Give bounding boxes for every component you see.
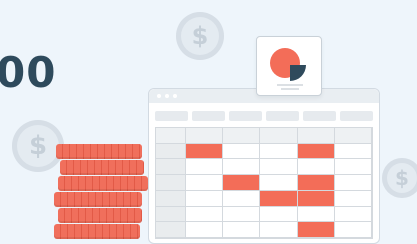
column-header: [340, 111, 373, 121]
grid-cell: [260, 143, 298, 160]
coin-stack-icon: [48, 144, 158, 244]
column-header: [229, 111, 262, 121]
grid-cell: [260, 128, 298, 144]
highlighted-cell: [186, 143, 224, 160]
grid-cell: [260, 222, 298, 238]
grid-cell: [186, 128, 224, 144]
coin-icon: $: [176, 12, 224, 60]
grid-cell: [156, 128, 186, 144]
pie-chart-icon: [270, 48, 306, 90]
grid-cell: [186, 175, 224, 191]
grid-cell: [334, 222, 372, 238]
grid-cell: [223, 222, 261, 238]
highlighted-cell: [223, 175, 261, 191]
grid-cell: [260, 159, 298, 176]
grid-cell: [297, 206, 335, 223]
column-header: [192, 111, 225, 121]
highlighted-cell: [297, 175, 335, 191]
highlighted-cell: [297, 222, 335, 238]
window-dot: [165, 94, 169, 98]
window-dot: [173, 94, 177, 98]
headline-amount: 00: [0, 48, 57, 97]
column-headers: [155, 111, 373, 121]
grid-cell: [186, 159, 224, 176]
grid-cell: [260, 206, 298, 223]
grid-cell: [186, 206, 224, 223]
grid-cell: [156, 206, 186, 223]
grid-cell: [156, 190, 186, 207]
grid-cell: [334, 128, 372, 144]
spreadsheet-window: [148, 88, 380, 244]
grid-cell: [334, 175, 372, 191]
grid-cell: [297, 159, 335, 176]
grid-cell: [156, 222, 186, 238]
column-header: [266, 111, 299, 121]
highlighted-cell: [297, 190, 335, 207]
grid-cell: [156, 175, 186, 191]
pie-chart-card: [256, 36, 322, 96]
grid-cell: [297, 128, 335, 144]
grid-cell: [334, 190, 372, 207]
spreadsheet-grid: [155, 127, 373, 239]
grid-cell: [223, 190, 261, 207]
highlighted-cell: [260, 190, 298, 207]
grid-cell: [186, 190, 224, 207]
grid-cell: [156, 159, 186, 176]
column-header: [303, 111, 336, 121]
grid-cell: [223, 128, 261, 144]
window-dot: [157, 94, 161, 98]
highlighted-cell: [297, 143, 335, 160]
column-header: [155, 111, 188, 121]
grid-cell: [260, 175, 298, 191]
grid-cell: [334, 143, 372, 160]
grid-cell: [186, 222, 224, 238]
grid-cell: [156, 143, 186, 160]
grid-cell: [223, 206, 261, 223]
coin-icon: $: [382, 158, 417, 198]
grid-cell: [223, 143, 261, 160]
grid-cell: [334, 206, 372, 223]
grid-cell: [223, 159, 261, 176]
grid-cell: [334, 159, 372, 176]
